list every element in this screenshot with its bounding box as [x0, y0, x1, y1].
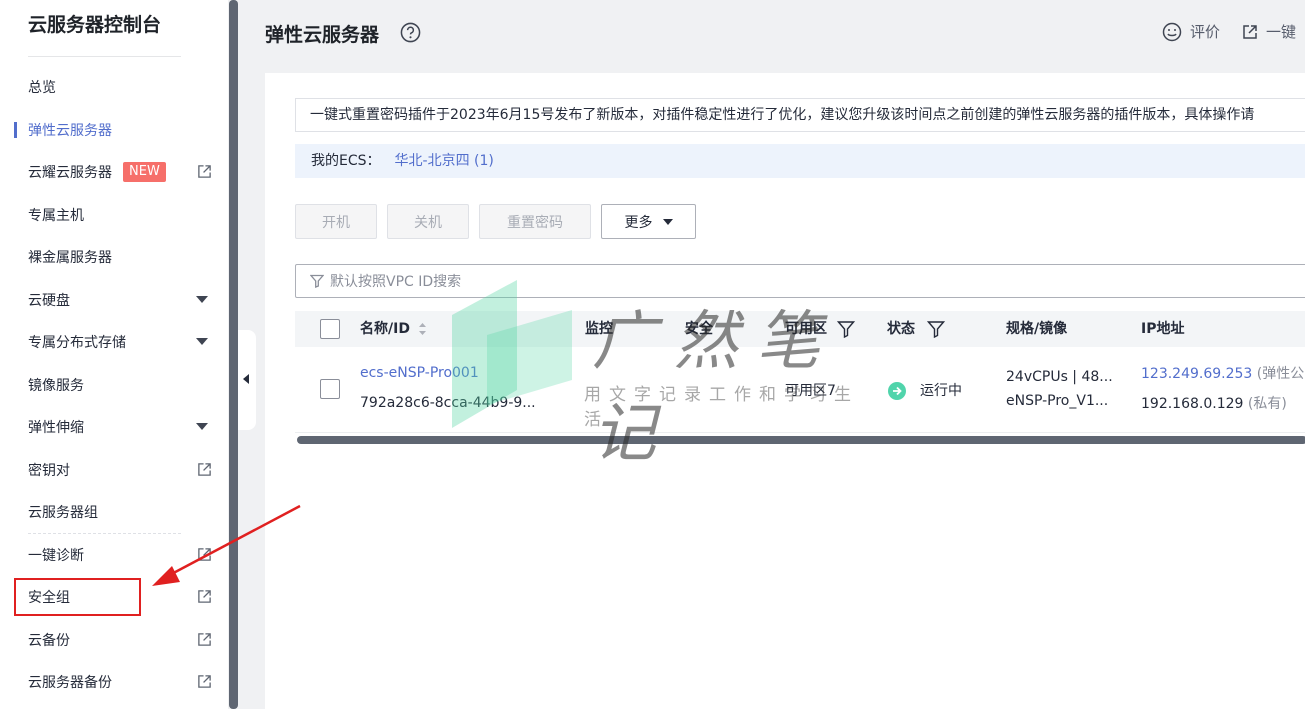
- sidebar-item-label: 裸金属服务器: [28, 250, 112, 266]
- sort-icon: [418, 323, 426, 335]
- sidebar-item-cbr[interactable]: 云备份: [0, 622, 228, 658]
- sidebar-item-dss[interactable]: 专属分布式存储: [0, 324, 228, 360]
- public-ip-link[interactable]: 123.249.69.253: [1141, 366, 1252, 382]
- private-ip-tag: (私有): [1247, 396, 1287, 412]
- table-header: 名称/ID 监控 安全 可用区 状态 规格/镜像 IP地址: [295, 311, 1305, 347]
- select-all-checkbox[interactable]: [320, 319, 340, 339]
- one-click-link[interactable]: 一键: [1266, 21, 1296, 42]
- sidebar-item-ims[interactable]: 镜像服务: [0, 367, 228, 403]
- highlight-box: [14, 578, 141, 616]
- chevron-down-icon: [196, 296, 208, 303]
- sidebar-item-flexus[interactable]: 云耀云服务器 NEW: [0, 154, 228, 190]
- column-header-status[interactable]: 状态: [887, 311, 945, 347]
- running-status-icon: [888, 382, 906, 400]
- region-link[interactable]: 华北-北京四 (1): [395, 153, 494, 169]
- status-value: 运行中: [920, 383, 962, 399]
- header-label: 名称/ID: [360, 321, 410, 337]
- table-row: ecs-eNSP-Pro001 792a28c6-8cca-44b9-9... …: [295, 347, 1305, 433]
- sidebar-item-label: 弹性云服务器: [28, 123, 112, 139]
- sidebar-item-ecs[interactable]: 弹性云服务器: [0, 112, 228, 148]
- sidebar-scrollbar[interactable]: [229, 0, 238, 709]
- filter-icon[interactable]: [927, 320, 945, 338]
- sidebar-item-label: 专属分布式存储: [28, 335, 126, 351]
- sidebar-item-server-backup[interactable]: 云服务器备份: [0, 664, 228, 700]
- chevron-left-icon: [243, 374, 249, 384]
- server-id: 792a28c6-8cca-44b9-9...: [360, 395, 536, 411]
- column-header-ip: IP地址: [1141, 321, 1185, 337]
- header-label: 状态: [887, 321, 915, 337]
- new-badge: NEW: [123, 162, 166, 182]
- sidebar-item-label: 弹性伸缩: [28, 420, 84, 436]
- sidebar-item-evs[interactable]: 云硬盘: [0, 282, 228, 318]
- row-checkbox[interactable]: [320, 379, 340, 399]
- private-ip-value: 192.168.0.129: [1141, 396, 1244, 412]
- sidebar-item-label: 总览: [28, 80, 56, 96]
- sidebar-item-label: 镜像服务: [28, 378, 84, 394]
- search-placeholder: 默认按照VPC ID搜索: [330, 274, 462, 290]
- sidebar-collapse-button[interactable]: [238, 330, 256, 430]
- chevron-down-icon: [196, 338, 208, 345]
- filter-icon: [310, 274, 324, 288]
- private-ip: 192.168.0.129 (私有): [1141, 393, 1287, 413]
- sidebar-item-keypair[interactable]: 密钥对: [0, 452, 228, 488]
- start-button[interactable]: 开机: [295, 204, 377, 239]
- header-label: 可用区: [785, 321, 827, 337]
- arrow-annotation-icon: [152, 504, 301, 586]
- sidebar-item-label: 云备份: [28, 633, 70, 649]
- spec-value: 24vCPUs | 48...: [1006, 369, 1113, 385]
- region-bar: 我的ECS： 华北-北京四 (1): [295, 144, 1305, 178]
- chevron-down-icon: [662, 218, 673, 225]
- external-link-icon: [198, 633, 211, 646]
- sidebar-item-label: 密钥对: [28, 463, 70, 479]
- sidebar-item-as[interactable]: 弹性伸缩: [0, 409, 228, 445]
- table-horizontal-scrollbar[interactable]: [297, 436, 1305, 444]
- page-title: 弹性云服务器: [265, 24, 380, 46]
- more-button[interactable]: 更多: [601, 204, 696, 239]
- column-header-monitor: 监控: [585, 321, 613, 337]
- chevron-down-icon: [196, 423, 208, 430]
- feedback-link[interactable]: 评价: [1190, 21, 1220, 42]
- more-label: 更多: [624, 214, 653, 231]
- divider: [28, 56, 181, 57]
- stop-button[interactable]: 关机: [387, 204, 469, 239]
- sidebar-item-label: 专属主机: [28, 208, 84, 224]
- image-value: eNSP-Pro_V1...: [1006, 393, 1109, 409]
- zone-value: 可用区7: [785, 383, 836, 399]
- sidebar-item-label: 云服务器备份: [28, 675, 112, 691]
- external-link-icon: [198, 675, 211, 688]
- sidebar-item-overview[interactable]: 总览: [0, 69, 228, 105]
- sidebar-item-label: 云服务器组: [28, 505, 98, 521]
- reset-password-button[interactable]: 重置密码: [479, 204, 591, 239]
- sidebar-item-dedicated-host[interactable]: 专属主机: [0, 197, 228, 233]
- column-header-security: 安全: [685, 321, 713, 337]
- column-header-name[interactable]: 名称/ID: [360, 311, 427, 347]
- server-name-link[interactable]: ecs-eNSP-Pro001: [360, 365, 479, 381]
- column-header-zone[interactable]: 可用区: [785, 311, 855, 347]
- help-icon[interactable]: [400, 22, 421, 43]
- column-header-spec: 规格/镜像: [1006, 321, 1068, 337]
- public-ip: 123.249.69.253 (弹性公: [1141, 363, 1304, 383]
- region-label: 我的ECS：: [311, 153, 381, 169]
- sidebar-item-label: 云硬盘: [28, 293, 70, 309]
- sidebar-item-label: 一键诊断: [28, 548, 84, 564]
- notice-banner: 一键式重置密码插件于2023年6月15号发布了新版本，对插件稳定性进行了优化，建…: [295, 98, 1305, 132]
- external-link-icon: [1243, 24, 1257, 39]
- search-input[interactable]: 默认按照VPC ID搜索: [295, 264, 1305, 298]
- external-link-icon: [198, 463, 211, 476]
- main-panel: 一键式重置密码插件于2023年6月15号发布了新版本，对插件稳定性进行了优化，建…: [265, 73, 1305, 709]
- sidebar-item-label: 云耀云服务器: [28, 165, 112, 181]
- sidebar-item-bms[interactable]: 裸金属服务器: [0, 239, 228, 275]
- filter-icon[interactable]: [837, 320, 855, 338]
- console-title: 云服务器控制台: [28, 14, 162, 36]
- header-actions: 评价 一键: [1162, 21, 1296, 42]
- external-link-icon: [198, 165, 211, 178]
- public-ip-tag: (弹性公: [1256, 366, 1305, 382]
- smile-icon: [1162, 22, 1182, 41]
